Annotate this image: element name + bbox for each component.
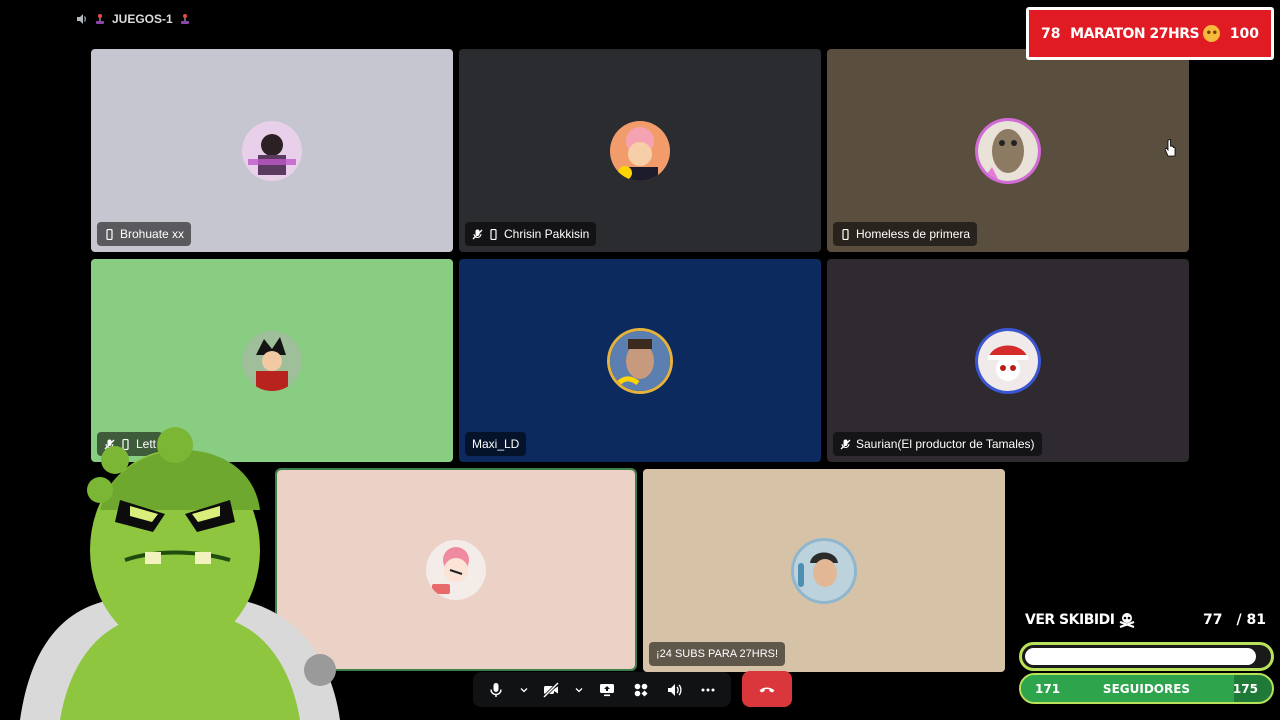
camera-button[interactable] [539,678,563,702]
channel-name: JUEGOS-1 [112,12,173,26]
joystick-icon [96,14,104,24]
skibidi-current: 77 [1203,612,1223,628]
followers-start: 171 [1035,681,1061,696]
chevron-down-icon [520,687,528,692]
participant-name: ¡24 SUBS PARA 27HRS! [656,648,779,660]
participant-tile[interactable]: Saurian(El productor de Tamales) [827,259,1189,462]
microphone-options-button[interactable] [518,678,530,702]
mic-muted-icon [472,229,483,239]
mouse-cursor-icon [1165,139,1176,157]
skibidi-goal-label: VER SKIBIDI [1025,612,1136,628]
followers-progress-bar: 171 SEGUIDORES 175 [1019,673,1274,704]
activities-icon [634,683,648,696]
call-control-bar [473,672,731,707]
microphone-button[interactable] [484,678,508,702]
avatar [610,120,670,181]
participant-name-tag: Saurian(El productor de Tamales) [833,432,1042,456]
participant-tile[interactable]: Maxi_LD [459,259,821,462]
avatar [426,539,486,600]
phone-hangup-icon [759,687,775,693]
participant-name-tag: ¡24 SUBS PARA 27HRS! [649,642,786,666]
participant-name-tag: Brohuate xx [97,222,192,246]
pleading-face-icon: •• [1203,25,1221,42]
more-icon [701,688,715,691]
avatar [978,120,1038,181]
camera-options-button[interactable] [573,678,585,702]
participant-name: Chrisin Pakkisin [504,227,590,241]
soundboard-button[interactable] [662,678,686,702]
more-options-button[interactable] [696,678,720,702]
mic-muted-icon [840,439,851,449]
participant-tile[interactable]: ¡24 SUBS PARA 27HRS! [643,469,1005,672]
followers-end: 175 [1232,681,1258,696]
chevron-down-icon [575,687,583,692]
participant-name-tag: Homeless de primera [833,222,978,246]
participant-name-tag: Maxi_LD [465,432,527,456]
skibidi-goal-count: 77 / 81 [1203,612,1266,628]
end-call-button[interactable] [742,671,792,707]
participant-name: Saurian(El productor de Tamales) [856,437,1035,451]
marathon-banner: 78 MARATON 27HRS •• 100 [1026,7,1274,60]
avatar [610,330,670,391]
skibidi-total: / 81 [1236,612,1266,628]
marathon-right-value: 100 [1229,25,1259,42]
participant-tile[interactable]: Homeless de primera [827,49,1189,252]
followers-label: SEGUIDORES [1102,681,1191,696]
activities-button[interactable] [629,678,653,702]
marathon-title: MARATON 27HRS [1070,25,1200,42]
skull-crossbones-icon [1120,613,1135,628]
camera-off-icon [543,681,560,698]
participant-name: Maxi_LD [472,437,520,451]
mobile-icon [106,228,113,240]
screen-share-button[interactable] [595,678,619,702]
joystick-icon [180,14,189,24]
microphone-icon [490,682,502,697]
skibidi-label-text: VER SKIBIDI [1025,612,1115,628]
participant-tile[interactable]: Chrisin Pakkisin [459,49,821,252]
participant-name: Brohuate xx [120,227,185,241]
participant-tile[interactable]: Brohuate xx [91,49,453,252]
skibidi-progress-fill [1025,648,1256,665]
avatar [242,330,302,391]
participant-name: Homeless de primera [856,227,971,241]
cartoon-alien-overlay [20,427,340,720]
channel-header: JUEGOS-1 [76,10,191,28]
participant-name-tag: Chrisin Pakkisin [465,222,597,246]
mobile-icon [490,228,497,240]
soundboard-icon [668,683,682,696]
skibidi-progress-bar [1019,642,1274,671]
speaker-icon [77,14,86,24]
mobile-icon [842,228,849,240]
avatar [242,120,302,181]
screen-share-icon [599,683,614,696]
avatar [794,540,854,601]
avatar [978,330,1038,391]
marathon-left-value: 78 [1041,25,1061,42]
